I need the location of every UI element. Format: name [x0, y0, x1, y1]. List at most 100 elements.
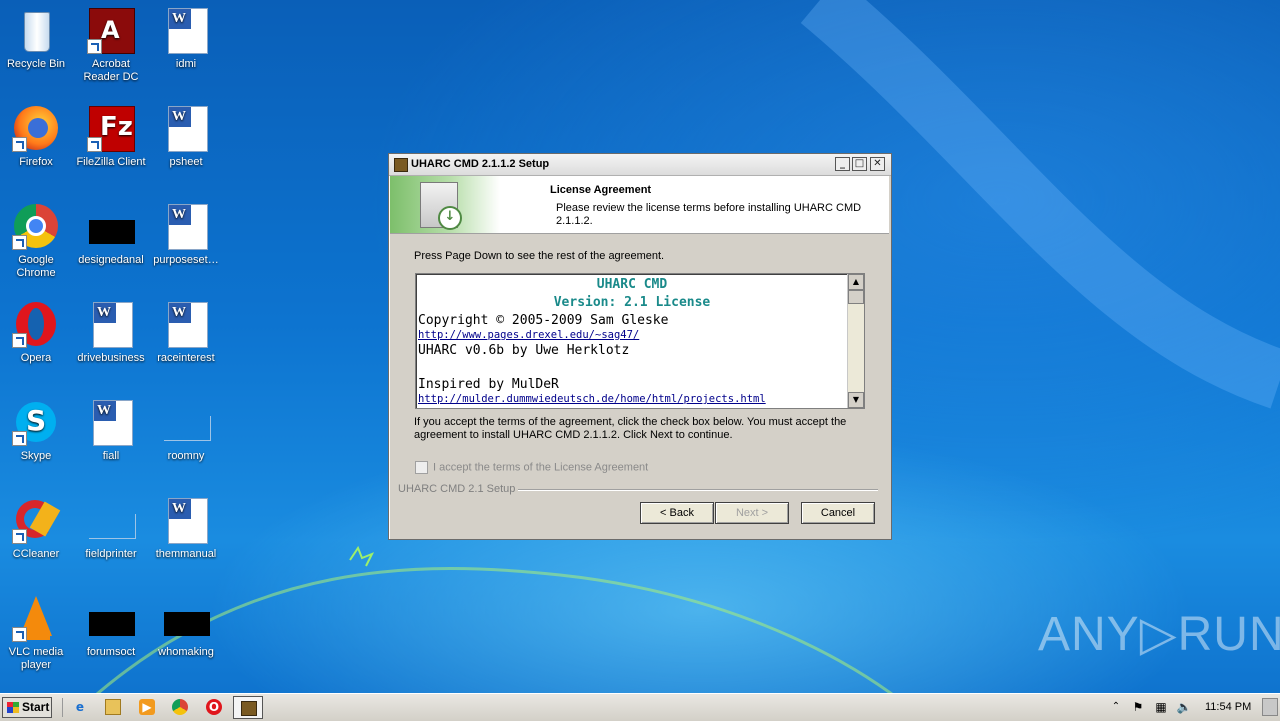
taskbar-separator — [62, 698, 63, 717]
chrome-icon — [12, 202, 60, 250]
desktop-icon-themmanual[interactable]: themmanual — [148, 496, 224, 561]
desktop-icon-forumsoct[interactable]: forumsoct — [73, 594, 149, 659]
instruction-text: Press Page Down to see the rest of the a… — [414, 250, 665, 262]
license-uharc-credit: UHARC v0.6b by Uwe Herklotz — [418, 343, 630, 358]
cancel-button[interactable]: Cancel — [801, 502, 875, 524]
accept-checkbox[interactable]: I accept the terms of the License Agreem… — [415, 461, 648, 474]
desktop-icon-label: FileZilla Client — [76, 156, 146, 168]
word-doc-icon — [162, 6, 210, 54]
desktop-icon-label: purposeset… — [153, 254, 219, 266]
license-mulder-link[interactable]: http://mulder.dummwiedeutsch.de/home/htm… — [418, 393, 846, 406]
license-copyright: Copyright © 2005-2009 Sam Gleske — [418, 313, 669, 328]
header-title: License Agreement — [550, 184, 652, 196]
desktop-icon-firefox[interactable]: Firefox — [0, 104, 74, 169]
back-button[interactable]: < Back — [640, 502, 714, 524]
license-author-link[interactable]: http://www.pages.drexel.edu/~sag47/ — [418, 329, 846, 342]
license-inspired: Inspired by MulDeR — [418, 377, 559, 392]
anyrun-watermark: ANY▷RUN — [1038, 608, 1280, 661]
desktop-icon-label: designedanal — [78, 254, 144, 266]
blank-file-icon — [87, 496, 136, 544]
taskbar-uharc-setup[interactable] — [233, 696, 263, 719]
show-desktop-button[interactable] — [1262, 698, 1278, 716]
close-button[interactable]: ✕ — [870, 157, 885, 171]
desktop-icon-label: roomny — [167, 450, 205, 462]
show-hidden-icon[interactable]: ⌃ — [1108, 699, 1124, 715]
desktop-icon-fieldprinter[interactable]: fieldprinter — [73, 496, 149, 561]
word-doc-icon — [162, 104, 210, 152]
desktop-icon-label: themmanual — [155, 548, 217, 560]
taskbar: Start e ▶ O ⌃ ⚑ ▦ 🔈 11:54 PM — [0, 693, 1280, 721]
volume-icon[interactable]: 🔈 — [1176, 699, 1192, 715]
branding-text: UHARC CMD 2.1 Setup — [398, 483, 519, 495]
accept-notice: If you accept the terms of the agreement… — [414, 416, 847, 441]
minimize-button[interactable]: _ — [835, 157, 850, 171]
dialog-header: ↓ License Agreement Please review the li… — [390, 176, 889, 234]
start-button[interactable]: Start — [2, 697, 52, 718]
blank-file-icon — [162, 398, 211, 446]
word-doc-icon — [162, 202, 210, 250]
flag-icon[interactable]: ⚑ — [1130, 699, 1146, 715]
media-player-icon[interactable]: ▶ — [139, 699, 155, 715]
license-textbox[interactable]: UHARC CMD Version: 2.1 License Copyright… — [415, 273, 865, 409]
black-thumbnail-icon — [87, 202, 135, 250]
opera-icon[interactable]: O — [206, 699, 222, 715]
desktop-icon-whomaking[interactable]: whomaking — [148, 594, 224, 659]
desktop-icon-recycle-bin[interactable]: Recycle Bin — [0, 6, 74, 71]
desktop-icon-raceinterest[interactable]: raceinterest — [148, 300, 224, 365]
desktop-icon-filezilla[interactable]: Fz FileZilla Client — [73, 104, 149, 169]
ccleaner-icon — [12, 496, 61, 544]
checkbox-box[interactable] — [415, 461, 428, 474]
desktop-icon-opera[interactable]: Opera — [0, 300, 74, 365]
next-button[interactable]: Next > — [715, 502, 789, 524]
license-product-name: UHARC CMD — [596, 277, 668, 292]
desktop-icon-label: Google Chrome — [16, 254, 56, 279]
desktop-icon-label: Firefox — [19, 156, 53, 168]
black-thumbnail-icon — [162, 594, 210, 642]
firefox-icon — [12, 104, 60, 152]
maximize-button[interactable]: □ — [852, 157, 867, 171]
desktop-icon-ccleaner[interactable]: CCleaner — [0, 496, 74, 561]
skype-icon: S — [12, 398, 60, 446]
word-doc-icon — [87, 300, 135, 348]
header-subtitle: Please review the license terms before i… — [556, 202, 862, 227]
ie-icon[interactable]: e — [72, 699, 88, 715]
desktop-icon-psheet[interactable]: psheet — [148, 104, 224, 169]
network-icon[interactable]: ▦ — [1153, 699, 1169, 715]
filezilla-icon: Fz — [87, 104, 135, 152]
installer-box-icon: ↓ — [390, 176, 500, 233]
desktop-icon-acrobat[interactable]: A Acrobat Reader DC — [73, 6, 149, 84]
desktop-icon-roomny[interactable]: roomny — [148, 398, 224, 463]
setup-dialog: UHARC CMD 2.1.1.2 Setup _ □ ✕ ↓ License … — [388, 153, 892, 540]
desktop-icon-vlc[interactable]: VLC media player — [0, 594, 74, 672]
scroll-thumb[interactable] — [848, 290, 864, 304]
license-scrollbar[interactable]: ▲ ▼ — [847, 274, 864, 408]
installer-icon — [241, 701, 257, 716]
desktop-icon-label: whomaking — [158, 646, 214, 658]
desktop-icon-label: VLC media player — [8, 646, 64, 671]
desktop-icon-label: forumsoct — [86, 646, 136, 658]
desktop-icon-designedanal[interactable]: designedanal — [73, 202, 149, 267]
explorer-icon[interactable] — [105, 699, 121, 715]
desktop-icon-label: Skype — [20, 450, 52, 462]
vlc-icon — [12, 594, 60, 642]
desktop-icon-drivebusiness[interactable]: drivebusiness — [73, 300, 149, 365]
dialog-titlebar[interactable]: UHARC CMD 2.1.1.2 Setup _ □ ✕ — [389, 154, 891, 176]
desktop-icon-label: idmi — [175, 58, 197, 70]
desktop-icon-idmi[interactable]: idmi — [148, 6, 224, 71]
scroll-up-icon[interactable]: ▲ — [848, 274, 864, 290]
license-version: Version: 2.1 License — [553, 295, 711, 310]
desktop-icon-chrome[interactable]: Google Chrome — [0, 202, 74, 280]
chrome-icon[interactable] — [172, 699, 188, 715]
accept-checkbox-label: I accept the terms of the License Agreem… — [433, 461, 649, 474]
desktop-icon-label: CCleaner — [12, 548, 60, 560]
desktop-icon-skype[interactable]: S Skype — [0, 398, 74, 463]
recycle-bin-icon — [12, 6, 60, 54]
desktop-icon-label: drivebusiness — [77, 352, 145, 364]
word-doc-icon — [87, 398, 135, 446]
desktop-icon-fiall[interactable]: fiall — [73, 398, 149, 463]
desktop-icon-purposeset[interactable]: purposeset… — [148, 202, 224, 267]
scroll-down-icon[interactable]: ▼ — [848, 392, 864, 408]
desktop-icon-label: Acrobat Reader DC — [83, 58, 139, 83]
taskbar-clock[interactable]: 11:54 PM — [1205, 701, 1251, 713]
desktop-icon-label: fieldprinter — [85, 548, 137, 560]
